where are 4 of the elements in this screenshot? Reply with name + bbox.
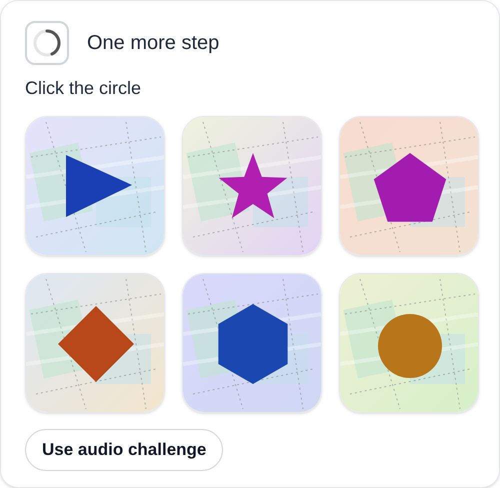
prompt-text: Click the circle [25,77,142,100]
title-text: One more step [87,31,220,56]
spinner-icon [25,21,69,65]
audio-challenge-button[interactable]: Use audio challenge [25,429,224,471]
